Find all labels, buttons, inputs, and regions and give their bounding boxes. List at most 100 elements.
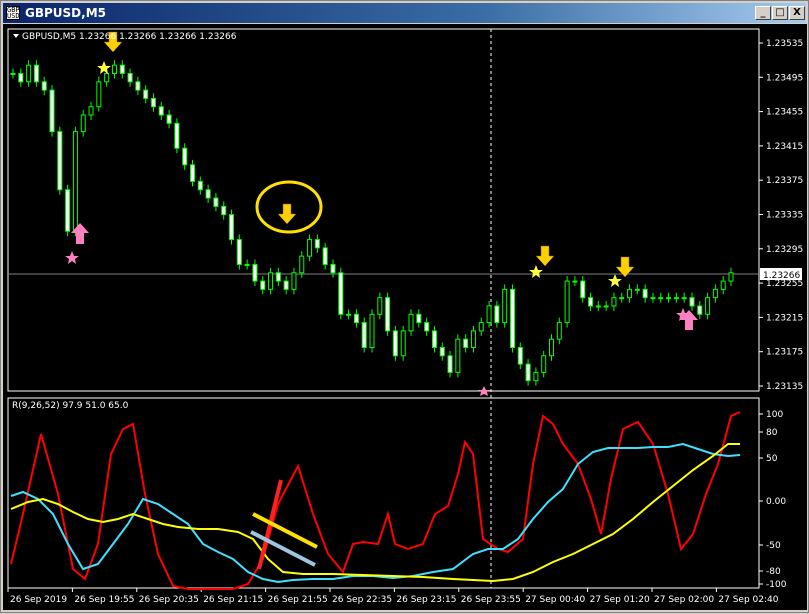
candle-body bbox=[307, 239, 313, 257]
indicator-tick-label: 0.00 bbox=[766, 497, 786, 507]
candle-body bbox=[455, 338, 461, 373]
candle-body bbox=[517, 346, 523, 365]
candle-body bbox=[673, 297, 679, 300]
price-tick-label: 1.23455 bbox=[766, 108, 803, 118]
time-tick-label: 26 Sep 23:15 bbox=[396, 595, 456, 605]
candle-body bbox=[588, 297, 594, 307]
candle-body bbox=[322, 247, 328, 265]
close-button[interactable]: X bbox=[789, 6, 805, 20]
app-icon: GBP USD bbox=[6, 6, 20, 20]
candle-body bbox=[611, 297, 617, 307]
candle-body bbox=[190, 164, 195, 182]
down-arrow-icon bbox=[277, 203, 297, 225]
candle-body bbox=[627, 288, 633, 299]
candle-body bbox=[150, 97, 156, 108]
collapse-icon[interactable] bbox=[13, 34, 19, 38]
candle-body bbox=[439, 346, 445, 357]
price-tick-label: 1.23175 bbox=[766, 348, 803, 358]
candle-body bbox=[580, 280, 586, 299]
candle-body bbox=[603, 305, 609, 308]
maximize-button[interactable]: □ bbox=[772, 6, 788, 20]
chart-window: GBP USD GBPUSD,M5 _ □ X 1.23535 1.23495 1.… bbox=[0, 0, 809, 613]
time-axis: 26 Sep 2019 26 Sep 19:55 26 Sep 20:35 26 Se… bbox=[7, 588, 779, 605]
candle-body bbox=[205, 189, 211, 199]
candle-body bbox=[174, 122, 180, 149]
time-tick-label: 26 Sep 19:55 bbox=[74, 595, 134, 605]
candle-body bbox=[80, 114, 86, 133]
candle-body bbox=[236, 239, 242, 265]
star-icon bbox=[97, 61, 111, 74]
candle-body bbox=[541, 355, 547, 373]
down-arrow-icon bbox=[535, 245, 555, 267]
candle-body bbox=[143, 89, 149, 99]
price-tick-label: 1.23415 bbox=[766, 142, 803, 152]
star-icon bbox=[608, 274, 622, 287]
candle-body bbox=[385, 297, 391, 332]
candle-body bbox=[291, 272, 297, 290]
candle-body bbox=[509, 288, 515, 348]
time-tick-label: 27 Sep 02:00 bbox=[654, 595, 714, 605]
candle-body bbox=[127, 73, 133, 83]
minimize-button[interactable]: _ bbox=[755, 6, 771, 20]
price-tick-label: 1.23335 bbox=[766, 211, 803, 221]
candle-body bbox=[556, 322, 562, 340]
time-tick-label: 27 Sep 00:40 bbox=[525, 595, 585, 605]
indicator-panel-frame bbox=[7, 397, 760, 589]
indicator-panel-header: R(9,26,52) 97.9 51.0 65.0 bbox=[12, 401, 129, 411]
candle-body bbox=[72, 131, 78, 232]
candle-body bbox=[111, 64, 117, 75]
main-panel-header: GBPUSD,M5 1.23266 1.23266 1.23266 1.2326… bbox=[22, 32, 237, 42]
candle-body bbox=[353, 313, 359, 324]
time-tick-label: 27 Sep 02:40 bbox=[718, 595, 778, 605]
chart-area[interactable]: 1.23535 1.23495 1.23455 1.23415 1.23375 1.233… bbox=[3, 24, 807, 610]
candle-body bbox=[564, 280, 570, 324]
time-tick-label: 26 Sep 21:55 bbox=[268, 595, 328, 605]
price-tick-label: 1.23215 bbox=[766, 313, 803, 323]
candle-body bbox=[229, 214, 235, 241]
candle-body bbox=[33, 64, 39, 83]
candle-body bbox=[486, 305, 492, 324]
window-title: GBPUSD,M5 bbox=[25, 6, 106, 20]
time-tick-label: 26 Sep 2019 bbox=[10, 595, 67, 605]
candle-body bbox=[158, 106, 164, 116]
candle-body bbox=[572, 280, 578, 283]
candle-body bbox=[478, 322, 484, 332]
candle-body bbox=[330, 263, 336, 274]
candle-body bbox=[26, 64, 32, 83]
star-icon bbox=[529, 265, 543, 278]
candle-body bbox=[650, 297, 656, 300]
candle-body bbox=[533, 371, 539, 382]
candle-body bbox=[634, 288, 640, 291]
candle-body bbox=[88, 106, 94, 116]
candle-body bbox=[447, 355, 453, 373]
time-tick-label: 27 Sep 01:20 bbox=[590, 595, 650, 605]
price-tick-label: 1.23375 bbox=[766, 176, 803, 186]
candle-body bbox=[369, 313, 375, 348]
candle-body bbox=[377, 297, 383, 315]
candle-body bbox=[182, 147, 188, 166]
candle-body bbox=[408, 313, 414, 332]
price-axis: 1.23535 1.23495 1.23455 1.23415 1.23375 1.233… bbox=[759, 39, 803, 392]
time-tick-label: 26 Sep 22:35 bbox=[332, 595, 392, 605]
candle-body bbox=[549, 338, 554, 357]
candle-body bbox=[689, 297, 695, 307]
candle-body bbox=[681, 297, 687, 300]
candle-body bbox=[338, 272, 344, 315]
candle-body bbox=[268, 272, 274, 290]
candle-body bbox=[221, 205, 227, 216]
candle-body bbox=[463, 338, 469, 348]
candle-body bbox=[283, 280, 289, 290]
time-tick-label: 26 Sep 20:35 bbox=[139, 595, 199, 605]
indicator-line-cyan bbox=[10, 442, 741, 584]
candle-body bbox=[720, 280, 726, 290]
title-bar[interactable]: GBP USD GBPUSD,M5 _ □ X bbox=[3, 3, 806, 23]
candle-body bbox=[275, 272, 281, 282]
candle-body bbox=[424, 322, 430, 332]
candle-body bbox=[728, 272, 734, 282]
candle-body bbox=[104, 73, 110, 83]
indicator-tick-label: -100 bbox=[766, 580, 787, 590]
candle-body bbox=[260, 280, 266, 290]
time-tick-label: 26 Sep 21:15 bbox=[203, 595, 263, 605]
candle-body bbox=[166, 114, 172, 124]
candle-body bbox=[314, 239, 320, 249]
